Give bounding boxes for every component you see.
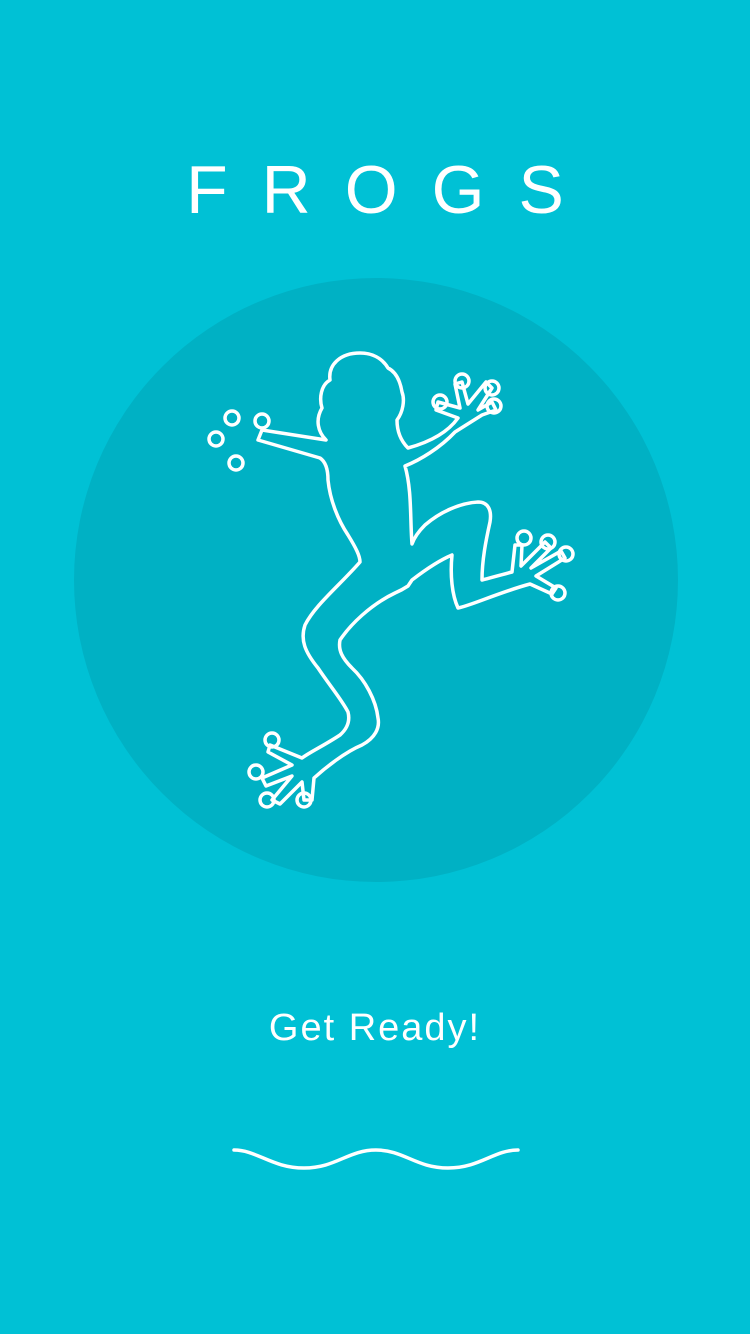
status-message: Get Ready! [268,1007,482,1049]
app-title: FROGS [186,152,598,228]
frog-icon [207,351,575,809]
splash-screen: FROGS Get Ready! [0,0,750,1334]
wave-icon [232,1148,520,1170]
